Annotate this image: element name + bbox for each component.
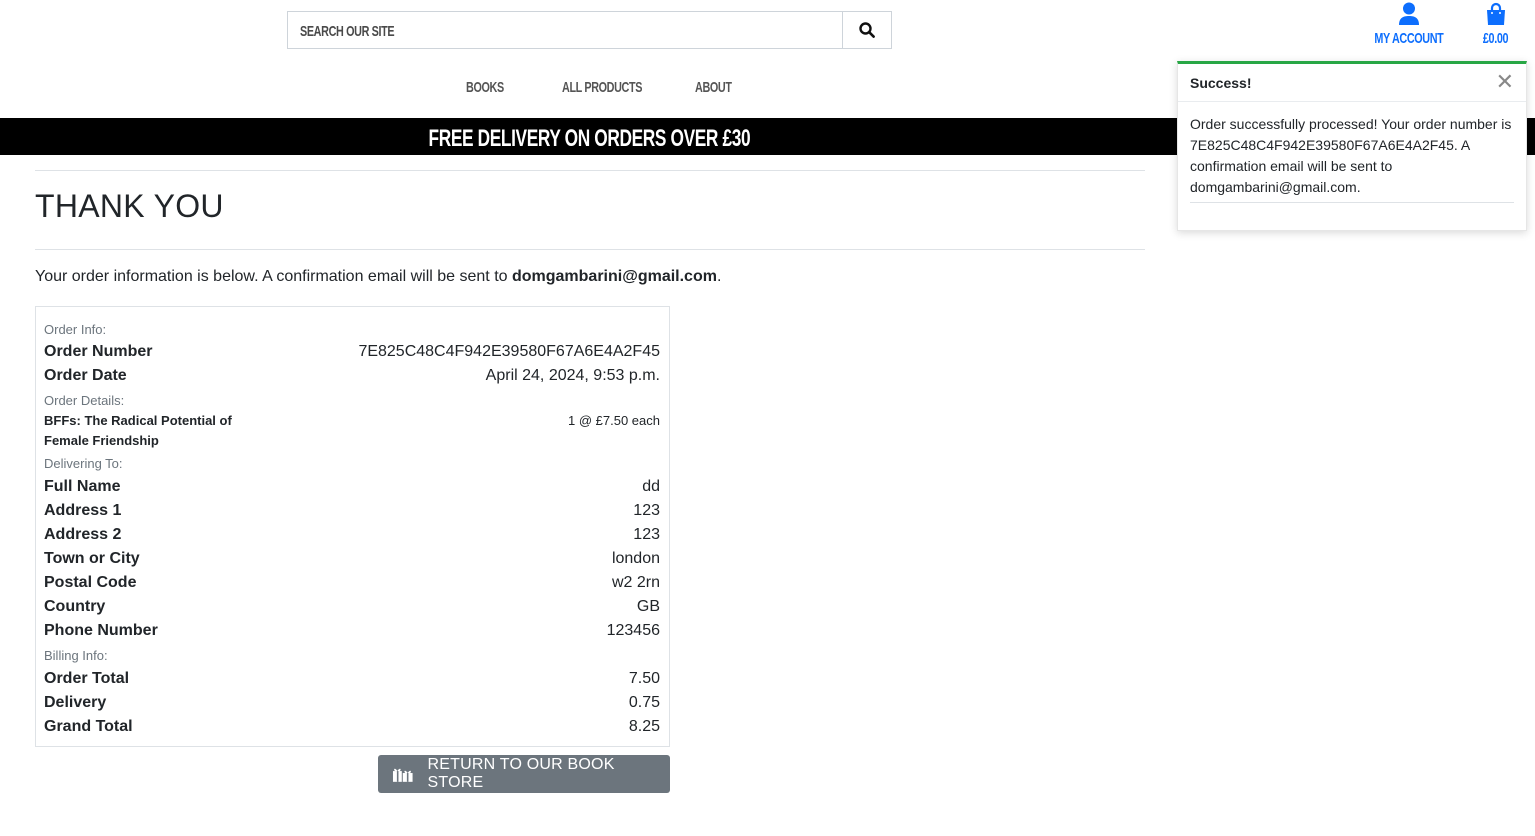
order-date-row: Order Date April 24, 2024, 9:53 p.m.: [44, 367, 660, 385]
nav-item-all-products[interactable]: ALL PRODUCTS: [562, 79, 642, 96]
toast-divider: [1190, 202, 1514, 203]
bag-total: £0.00: [1483, 30, 1509, 47]
full-name-label: Full Name: [44, 478, 121, 495]
order-total-value: 7.50: [628, 670, 660, 687]
order-total-row: Order Total 7.50: [44, 670, 660, 688]
address2-label: Address 2: [44, 526, 122, 543]
grand-total-label: Grand Total: [44, 718, 133, 735]
order-number-value: 7E825C48C4F942E39580F67A6E4A2F45: [358, 343, 660, 360]
gifts-icon: [392, 768, 413, 782]
search-button[interactable]: [842, 12, 891, 48]
town-label: Town or City: [44, 550, 140, 567]
order-summary-card: Order Info: Order Number 7E825C48C4F942E…: [35, 306, 670, 747]
order-item-qty: 1 @ £7.50 each: [568, 413, 660, 428]
order-number-label: Order Number: [44, 343, 153, 360]
postcode-label: Postal Code: [44, 574, 137, 591]
search-input-wrap[interactable]: SEARCH OUR SITE: [288, 12, 842, 48]
phone-row: Phone Number 123456: [44, 622, 660, 640]
delivery-row: Delivery 0.75: [44, 694, 660, 712]
order-intro: Your order information is below. A confi…: [35, 268, 721, 286]
order-date-label: Order Date: [44, 367, 127, 384]
address2-value: 123: [633, 526, 660, 543]
postcode-value: w2 2rn: [611, 574, 660, 591]
intro-email: domgambarini@gmail.com: [511, 268, 717, 285]
nav-item-about[interactable]: ABOUT: [695, 79, 732, 96]
delivery-banner-text: FREE DELIVERY ON ORDERS OVER £30: [428, 125, 750, 152]
order-item-name: BFFs: The Radical Potential of Female Fr…: [44, 413, 232, 448]
search-placeholder: SEARCH OUR SITE: [300, 23, 395, 40]
country-row: Country GB: [44, 598, 660, 616]
delivery-label: Delivery: [44, 694, 107, 711]
phone-label: Phone Number: [44, 622, 158, 639]
bag-link[interactable]: £0.00: [1476, 2, 1516, 47]
address1-value: 123: [633, 502, 660, 519]
divider-bottom: [35, 249, 1145, 250]
delivery-value: 0.75: [628, 694, 660, 711]
intro-text: Your order information is below. A confi…: [35, 268, 512, 285]
full-name-row: Full Name dd: [44, 478, 660, 496]
return-to-store-button[interactable]: RETURN TO OUR BOOK STORE: [378, 755, 670, 793]
order-details-label: Order Details:: [44, 393, 125, 408]
search-icon: [859, 22, 875, 38]
town-value: london: [611, 550, 660, 567]
address2-row: Address 2 123: [44, 526, 660, 544]
toast-title: Success!: [1190, 74, 1252, 91]
my-account-label: MY ACCOUNT: [1374, 30, 1444, 47]
divider-top: [35, 170, 1145, 171]
nav-item-books[interactable]: BOOKS: [466, 79, 504, 96]
order-item-row: BFFs: The Radical Potential of Female Fr…: [44, 411, 660, 451]
billing-info-label: Billing Info:: [44, 648, 108, 663]
phone-value: 123456: [606, 622, 660, 639]
full-name-value: dd: [642, 478, 660, 495]
order-number-row: Order Number 7E825C48C4F942E39580F67A6E4…: [44, 343, 660, 361]
order-total-label: Order Total: [44, 670, 130, 687]
intro-end: .: [716, 268, 722, 285]
order-info-label: Order Info:: [44, 322, 107, 337]
return-to-store-label: RETURN TO OUR BOOK STORE: [427, 756, 615, 791]
close-icon[interactable]: ✕: [1496, 71, 1514, 94]
toast-message: Order successfully processed! Your order…: [1190, 116, 1512, 195]
shopping-bag-icon: [1487, 2, 1505, 25]
address1-label: Address 1: [44, 502, 122, 519]
country-label: Country: [44, 598, 106, 615]
grand-total-value: 8.25: [628, 718, 660, 735]
toast-header: Success! ✕: [1178, 64, 1526, 102]
search-bar: SEARCH OUR SITE: [287, 11, 892, 49]
my-account-link[interactable]: MY ACCOUNT: [1374, 2, 1444, 47]
success-toast: Success! ✕ Order successfully processed!…: [1177, 61, 1527, 231]
country-value: GB: [636, 598, 660, 615]
order-date-value: April 24, 2024, 9:53 p.m.: [485, 367, 660, 384]
grand-total-row: Grand Total 8.25: [44, 718, 660, 736]
postcode-row: Postal Code w2 2rn: [44, 574, 660, 592]
delivering-to-label: Delivering To:: [44, 456, 123, 471]
page-title: THANK YOU: [35, 188, 224, 224]
address1-row: Address 1 123: [44, 502, 660, 520]
town-row: Town or City london: [44, 550, 660, 568]
user-icon: [1399, 2, 1419, 25]
